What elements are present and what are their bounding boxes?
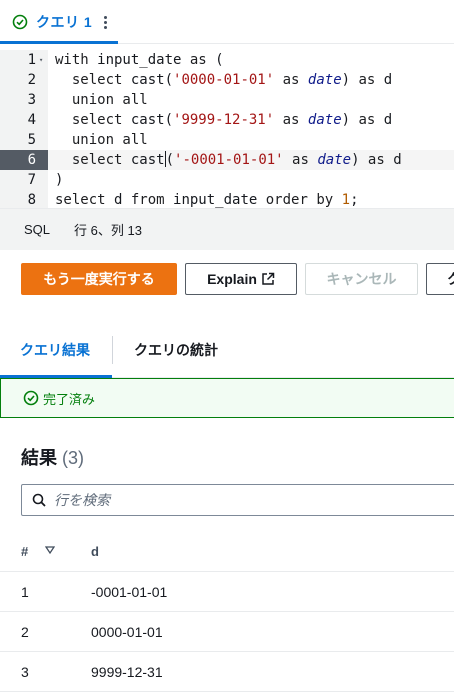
query-actions: もう一度実行する Explain キャンセル ク [0,250,454,314]
line-number: 6 [27,152,36,168]
table-cell-index: 2 [21,624,29,640]
status-alert-text: 完了済み [43,391,96,407]
sql-editor[interactable]: 1 ▾ with input_date as (2 select cast('000… [0,44,454,210]
column-header-d[interactable]: d [91,544,99,559]
row-search-input[interactable]: 行を検索 [21,484,454,516]
cursor-position: 行 6、列 13 [74,223,142,238]
search-icon [32,493,46,507]
code-token: order by [265,192,334,208]
code-token: '-0001-01-01' [174,152,284,168]
search-placeholder: 行を検索 [54,492,110,508]
code-token: select [71,152,123,168]
table-row: 2 0000-01-01 [0,612,454,652]
line-gutter: 7 [0,170,48,190]
results-count: (3) [62,448,85,468]
code-line[interactable]: 8 select d from input_date order by 1; [0,190,454,210]
line-number: 1 [27,52,36,68]
table-cell-index: 3 [21,664,29,680]
code-token: date [317,152,352,168]
code-token: from [130,192,165,208]
code-token: '0000-01-01' [173,72,275,88]
table-cell-d: 9999-12-31 [91,664,163,680]
code-token: as [358,112,376,128]
cancel-button[interactable]: キャンセル [305,263,418,295]
check-circle-icon [12,14,28,30]
code-line[interactable]: 5 union all [0,130,454,150]
code-token: as [367,152,385,168]
fold-arrow-icon[interactable]: ▾ [39,57,43,64]
external-link-icon [262,272,275,285]
code-token: as [282,112,300,128]
results-table-header: # d [0,532,454,572]
text-cursor [164,151,166,167]
run-again-button[interactable]: もう一度実行する [21,263,177,295]
code-token: 1 [341,192,351,208]
line-gutter: 2 [0,70,48,90]
code-token: select [55,192,106,208]
table-cell-d: -0001-01-01 [91,584,168,600]
line-gutter: 3 [0,90,48,110]
tab-query-stats[interactable]: クエリの統計 [134,322,218,378]
line-number: 3 [27,92,36,108]
tab-divider [112,336,113,364]
status-alert: 完了済み [0,378,454,418]
more-button[interactable]: ク [426,263,454,295]
line-gutter: 8 [0,190,48,210]
sort-descending-icon[interactable] [45,545,55,555]
code-token: union all [71,92,148,108]
explain-label: Explain [207,271,257,287]
code-line[interactable]: 7) [0,170,454,190]
code-line[interactable]: 6 select cast('-0001-01-01' as date) as … [0,150,454,170]
code-token: date [307,72,342,88]
code-text: select cast('9999-12-31' as date) as d [71,112,393,128]
code-token: as [358,72,376,88]
query-tab[interactable]: クエリ 1 [0,0,110,44]
check-circle-icon [23,390,39,406]
line-number: 2 [27,72,36,88]
code-line[interactable]: 2 select cast('0000-01-01' as date) as d [0,70,454,90]
code-line[interactable]: 4 select cast('9999-12-31' as date) as d [0,110,454,130]
table-cell-d: 0000-01-01 [91,624,163,640]
code-token: as [189,52,207,68]
column-header-index: # [21,544,29,559]
code-text: ) [55,172,64,188]
line-gutter: 5 [0,130,48,150]
code-text: select cast('-0001-01-01' as date) as d [71,151,402,168]
line-gutter: 4 [0,110,48,130]
line-number: 4 [27,112,36,128]
tab-query-results[interactable]: クエリ結果 [20,322,90,378]
query-tab-bar: クエリ 1 [0,0,454,44]
code-text: select cast('0000-01-01' as date) as d [71,72,393,88]
table-row: 1 -0001-01-01 [0,572,454,612]
code-token: '9999-12-31' [173,112,275,128]
table-row: 3 9999-12-31 [0,652,454,692]
code-text: union all [55,90,148,110]
kebab-icon[interactable] [100,15,110,29]
code-token: date [307,112,342,128]
code-token: with [55,52,89,68]
code-text: with input_date as ( [55,52,224,68]
code-token: select [71,72,123,88]
results-title-text: 結果 [21,448,57,468]
code-text: select d from input_date order by 1; [55,192,359,208]
code-token: as [282,72,300,88]
line-number: 5 [27,132,36,148]
line-gutter: 1 ▾ [0,50,48,70]
code-text: union all [55,130,148,150]
table-cell-index: 1 [21,584,29,600]
line-number: 7 [27,172,36,188]
code-line[interactable]: 1 ▾ with input_date as ( [0,50,454,70]
language-label: SQL [24,222,51,237]
explain-button[interactable]: Explain [185,263,297,295]
line-gutter: 6 [0,150,48,170]
results-title: 結果 (3) [21,444,84,470]
editor-status-bar: SQL 行 6、列 13 [0,208,454,250]
code-line[interactable]: 3 union all [0,90,454,110]
code-token: union all [71,132,148,148]
line-number: 8 [27,192,36,208]
code-token: select [71,112,123,128]
query-tab-title: クエリ 1 [36,14,93,30]
code-token: as [292,152,309,168]
result-tabs: クエリ結果 クエリの統計 [0,322,454,379]
